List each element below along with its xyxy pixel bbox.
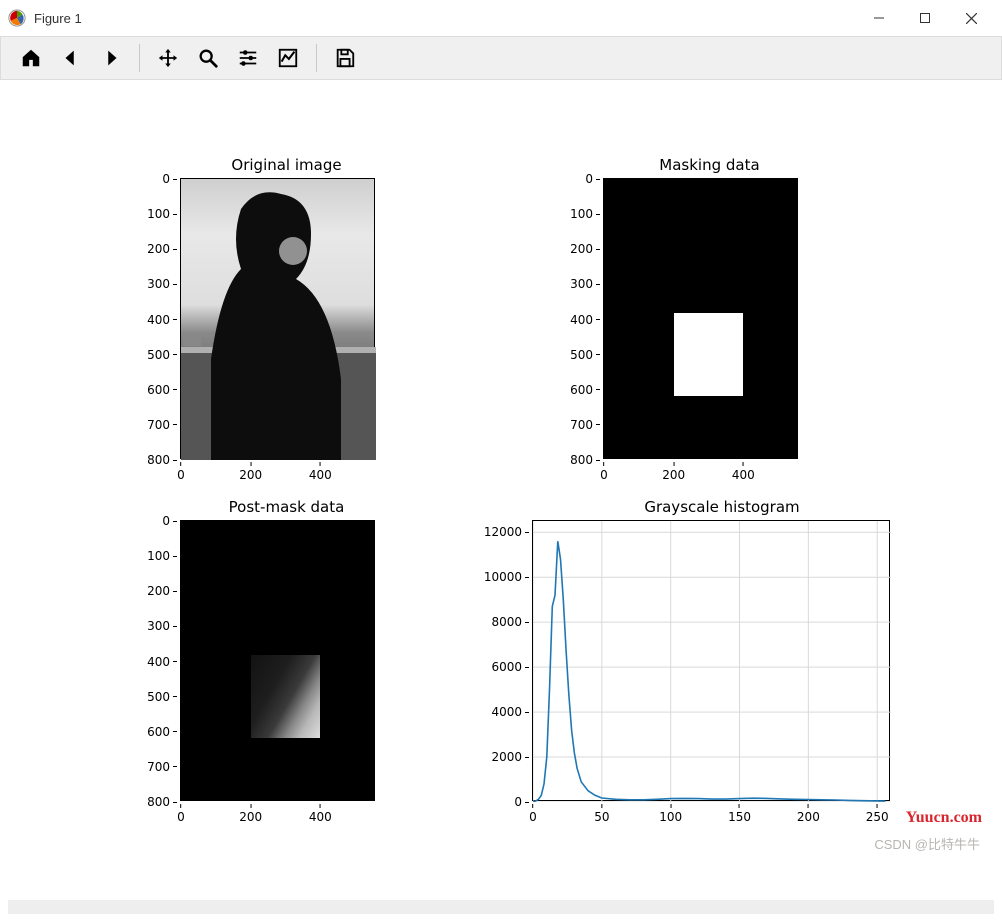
subplot-original-image: Original image 0100200300400500600700800… (180, 156, 393, 459)
subplot-masking-data: Masking data 0100200300400500600700800 0… (603, 156, 816, 459)
y-axis: 0100200300400500600700800 (137, 521, 177, 800)
original-image-placeholder: 0100200300400500600700800 0200400 (180, 178, 375, 459)
minimize-button[interactable] (856, 2, 902, 34)
maximize-button[interactable] (902, 2, 948, 34)
configure-subplots-button[interactable] (230, 40, 266, 76)
subplot-title: Original image (180, 156, 393, 174)
toolbar (0, 36, 1002, 80)
subplot-title: Grayscale histogram (532, 498, 912, 516)
close-button[interactable] (948, 2, 994, 34)
post-mask-image: 0100200300400500600700800 0200400 (180, 520, 375, 801)
window-title: Figure 1 (34, 11, 856, 26)
pan-button[interactable] (150, 40, 186, 76)
y-axis: 0100200300400500600700800 (137, 179, 177, 458)
x-axis: 050100150200250 (533, 804, 889, 828)
save-button[interactable] (327, 40, 363, 76)
home-button[interactable] (13, 40, 49, 76)
watermark-yuucn: Yuucn.com (906, 809, 982, 827)
y-axis: 0100200300400500600700800 (560, 179, 600, 458)
watermark-csdn: CSDN @比特牛牛 (874, 834, 980, 853)
toolbar-separator (139, 44, 140, 72)
x-axis: 0200400 (604, 462, 797, 486)
mask-image: 0100200300400500600700800 0200400 (603, 178, 798, 459)
figure-canvas[interactable]: Original image 0100200300400500600700800… (2, 80, 1000, 875)
app-icon (8, 9, 26, 27)
edit-axes-button[interactable] (270, 40, 306, 76)
toolbar-separator (316, 44, 317, 72)
subplot-post-mask-data: Post-mask data 0100200300400500600700800… (180, 498, 393, 801)
x-axis: 0200400 (181, 804, 374, 828)
titlebar: Figure 1 (0, 0, 1002, 36)
zoom-button[interactable] (190, 40, 226, 76)
x-axis: 0200400 (181, 462, 374, 486)
histogram-chart: 020004000600080001000012000 050100150200… (532, 520, 890, 801)
forward-button[interactable] (93, 40, 129, 76)
subplot-histogram: Grayscale histogram 02000400060008000100… (532, 498, 912, 801)
subplot-title: Post-mask data (180, 498, 393, 516)
statusbar (8, 900, 994, 914)
window-controls (856, 2, 994, 34)
subplot-title: Masking data (603, 156, 816, 174)
y-axis: 020004000600080001000012000 (477, 521, 529, 800)
back-button[interactable] (53, 40, 89, 76)
